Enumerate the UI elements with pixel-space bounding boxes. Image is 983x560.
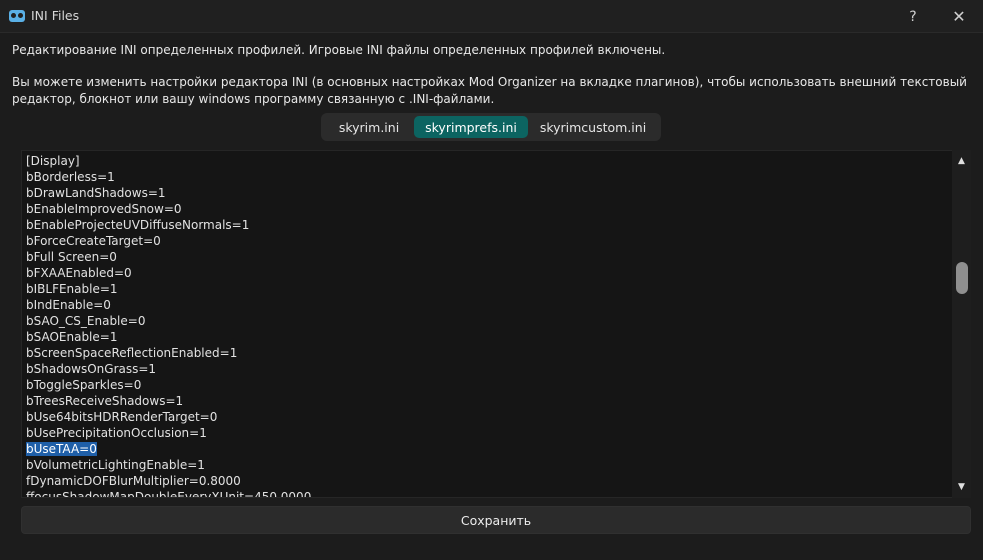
editor-line: ffocusShadowMapDoubleEveryXUnit=450.0000 <box>26 489 951 498</box>
editor-line: bUse64bitsHDRRenderTarget=0 <box>26 409 951 425</box>
line-text: bFXAAEnabled=0 <box>26 266 132 280</box>
arrow-up-icon: ▲ <box>958 156 965 166</box>
editor-line: bFull Screen=0 <box>26 249 951 265</box>
editor-line: bScreenSpaceReflectionEnabled=1 <box>26 345 951 361</box>
arrow-down-icon: ▼ <box>958 482 965 492</box>
window-title: INI Files <box>31 8 80 23</box>
scroll-thumb[interactable] <box>956 262 968 294</box>
editor-line: bEnableProjecteUVDiffuseNormals=1 <box>26 217 951 233</box>
editor-line: bVolumetricLightingEnable=1 <box>26 457 951 473</box>
ini-file-tabs: skyrim.ini skyrimprefs.ini skyrimcustom.… <box>321 113 661 141</box>
line-text: bToggleSparkles=0 <box>26 378 142 392</box>
line-text: bUse64bitsHDRRenderTarget=0 <box>26 410 218 424</box>
scroll-down-button[interactable]: ▼ <box>952 476 971 498</box>
editor-line: bSAO_CS_Enable=0 <box>26 313 951 329</box>
editor-line: bForceCreateTarget=0 <box>26 233 951 249</box>
editor-line: bSAOEnable=1 <box>26 329 951 345</box>
line-text: bSAO_CS_Enable=0 <box>26 314 146 328</box>
tab-skyrim-ini[interactable]: skyrim.ini <box>325 116 413 138</box>
editor-line: bFXAAEnabled=0 <box>26 265 951 281</box>
line-text: bIBLFEnable=1 <box>26 282 118 296</box>
line-text: ffocusShadowMapDoubleEveryXUnit=450.0000 <box>26 490 312 498</box>
line-text: bForceCreateTarget=0 <box>26 234 161 248</box>
editor-line: bEnableImprovedSnow=0 <box>26 201 951 217</box>
line-text: bVolumetricLightingEnable=1 <box>26 458 205 472</box>
save-button[interactable]: Сохранить <box>21 506 971 534</box>
ini-text-editor[interactable]: [Display] bBorderless=1 bDrawLandShadows=1… <box>21 150 971 498</box>
editor-line: [Display] <box>26 153 951 169</box>
line-text: bTreesReceiveShadows=1 <box>26 394 184 408</box>
line-text: bEnableProjecteUVDiffuseNormals=1 <box>26 218 250 232</box>
line-text: bSAOEnable=1 <box>26 330 118 344</box>
line-text: bIndEnable=0 <box>26 298 111 312</box>
selected-text: bUseTAA=0 <box>26 442 97 456</box>
help-button[interactable]: ? <box>890 0 936 33</box>
close-icon: ✕ <box>952 7 966 26</box>
tab-skyrimcustom-ini[interactable]: skyrimcustom.ini <box>533 116 653 138</box>
title-bar: INI Files ? ✕ <box>0 0 983 33</box>
editor-line: bDrawLandShadows=1 <box>26 185 951 201</box>
line-text: bScreenSpaceReflectionEnabled=1 <box>26 346 238 360</box>
app-icon <box>9 10 25 22</box>
line-text: bEnableImprovedSnow=0 <box>26 202 182 216</box>
editor-line: bUseTAA=0 <box>26 441 951 457</box>
editor-line: bToggleSparkles=0 <box>26 377 951 393</box>
line-text: [Display] <box>26 154 80 168</box>
question-icon: ? <box>909 8 917 25</box>
editor-line: bIBLFEnable=1 <box>26 281 951 297</box>
line-text: bUsePrecipitationOcclusion=1 <box>26 426 207 440</box>
editor-line: fDynamicDOFBlurMultiplier=0.8000 <box>26 473 951 489</box>
scroll-up-button[interactable]: ▲ <box>952 150 971 172</box>
description-text: Редактирование INI определенных профилей… <box>12 43 666 57</box>
line-text: fDynamicDOFBlurMultiplier=0.8000 <box>26 474 241 488</box>
editor-line: bShadowsOnGrass=1 <box>26 361 951 377</box>
editor-line: bTreesReceiveShadows=1 <box>26 393 951 409</box>
editor-scrollbar[interactable]: ▲ ▼ <box>952 150 971 498</box>
scroll-track[interactable] <box>952 172 971 476</box>
tab-skyrimprefs-ini[interactable]: skyrimprefs.ini <box>414 116 528 138</box>
line-text: bDrawLandShadows=1 <box>26 186 166 200</box>
editor-line: bUsePrecipitationOcclusion=1 <box>26 425 951 441</box>
editor-lines: [Display] bBorderless=1 bDrawLandShadows=1… <box>26 153 951 498</box>
editor-hint-text: Вы можете изменить настройки редактора I… <box>12 75 967 106</box>
line-text: bBorderless=1 <box>26 170 115 184</box>
line-text: bFull Screen=0 <box>26 250 117 264</box>
line-text: bShadowsOnGrass=1 <box>26 362 157 376</box>
editor-line: bBorderless=1 <box>26 169 951 185</box>
close-button[interactable]: ✕ <box>936 0 982 33</box>
editor-line: bIndEnable=0 <box>26 297 951 313</box>
